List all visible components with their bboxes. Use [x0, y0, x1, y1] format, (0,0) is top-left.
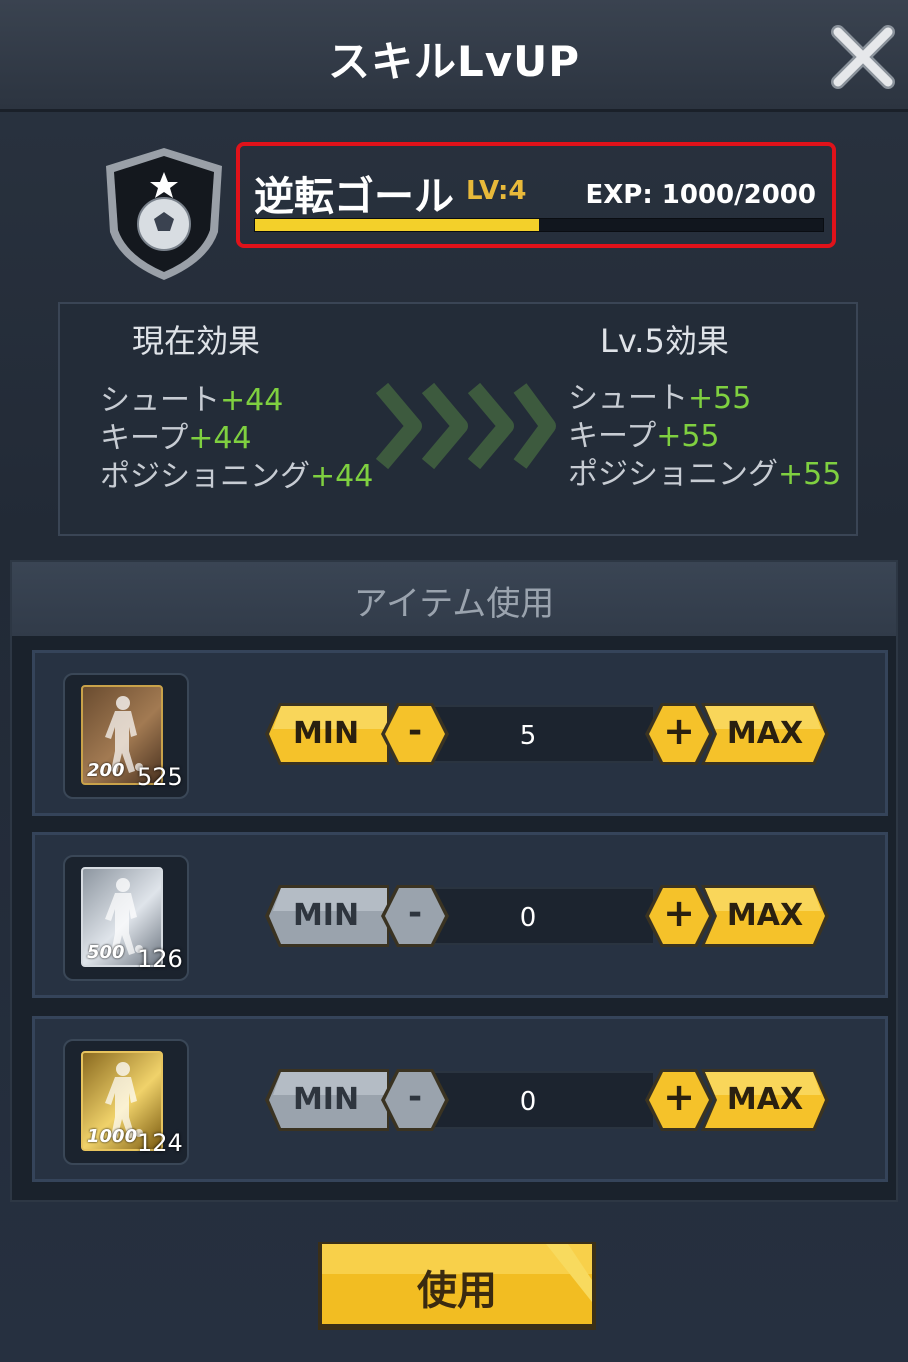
card-exp-value: 1000	[87, 1126, 138, 1147]
min-button[interactable]: MIN	[263, 1067, 389, 1133]
next-effect-item: キープ+55	[568, 419, 720, 454]
item-row: 1000 124 0 MIN - + MAX	[32, 1016, 888, 1182]
dialog-header: スキルLvUP	[0, 0, 908, 112]
use-button-label: 使用	[417, 1268, 497, 1314]
min-button-label: MIN	[292, 1082, 360, 1117]
max-button-label: MAX	[726, 716, 804, 751]
current-effect-item: キープ+44	[100, 421, 252, 456]
skill-info-highlight: 逆転ゴール LV:4 EXP: 1000/2000	[236, 142, 836, 248]
max-button[interactable]: MAX	[699, 883, 831, 949]
quantity-stepper: 0 MIN - + MAX	[253, 883, 829, 949]
skill-shield-icon	[98, 144, 230, 284]
chevron-right-icon	[375, 382, 556, 470]
item-use-panel: アイテム使用 200 525 5 MIN - + MAX 500 126 0 M…	[10, 560, 898, 1202]
max-button-label: MAX	[726, 1082, 804, 1117]
quantity-stepper: 0 MIN - + MAX	[253, 1067, 829, 1133]
minus-icon: -	[407, 893, 423, 933]
skill-name: 逆転ゴール	[254, 174, 454, 220]
min-button-label: MIN	[292, 716, 360, 751]
skill-lvup-dialog: スキルLvUP 逆転ゴール LV:4 EXP: 1000/2000 現在効果 L…	[0, 0, 908, 1362]
minus-icon: -	[407, 1077, 423, 1117]
minus-button[interactable]: -	[379, 1067, 451, 1133]
max-button-label: MAX	[726, 898, 804, 933]
item-icon: 500 126	[63, 855, 189, 981]
current-effect-list: シュート+44 キープ+44 ポジショニング+44	[100, 382, 373, 496]
current-effect-item: ポジショニング+44	[100, 459, 374, 494]
skill-exp: EXP: 1000/2000	[585, 180, 816, 210]
current-effect-title: 現在効果	[132, 322, 261, 360]
effects-panel: 現在効果 Lv.5効果 シュート+44 キープ+44 ポジショニング+44 シュ…	[58, 302, 858, 536]
card-exp-value: 200	[87, 760, 125, 781]
min-button-label: MIN	[292, 898, 360, 933]
next-effect-item: ポジショニング+55	[568, 457, 842, 492]
item-use-title: アイテム使用	[353, 584, 555, 624]
item-count: 525	[137, 763, 183, 791]
exp-bar-fill	[255, 219, 539, 231]
item-row: 500 126 0 MIN - + MAX	[32, 832, 888, 998]
minus-button[interactable]: -	[379, 701, 451, 767]
item-row: 200 525 5 MIN - + MAX	[32, 650, 888, 816]
use-button[interactable]: 使用	[316, 1240, 598, 1332]
item-icon: 1000 124	[63, 1039, 189, 1165]
item-icon: 200 525	[63, 673, 189, 799]
current-effect-item: シュート+44	[100, 383, 284, 418]
dialog-title: スキルLvUP	[327, 37, 581, 86]
item-count: 126	[137, 945, 183, 973]
minus-button[interactable]: -	[379, 883, 451, 949]
minus-icon: -	[407, 711, 423, 751]
close-button[interactable]	[828, 22, 898, 92]
item-count: 124	[137, 1129, 183, 1157]
next-effect-title: Lv.5効果	[600, 322, 729, 360]
skill-level: LV:4	[466, 176, 527, 206]
min-button[interactable]: MIN	[263, 883, 389, 949]
card-exp-value: 500	[87, 942, 125, 963]
exp-bar	[254, 218, 824, 232]
quantity-stepper: 5 MIN - + MAX	[253, 701, 829, 767]
max-button[interactable]: MAX	[699, 1067, 831, 1133]
max-button[interactable]: MAX	[699, 701, 831, 767]
close-icon	[831, 25, 895, 89]
item-use-header: アイテム使用	[12, 562, 896, 636]
next-effect-list: シュート+55 キープ+55 ポジショニング+55	[568, 380, 841, 494]
next-effect-item: シュート+55	[568, 381, 752, 416]
min-button[interactable]: MIN	[263, 701, 389, 767]
